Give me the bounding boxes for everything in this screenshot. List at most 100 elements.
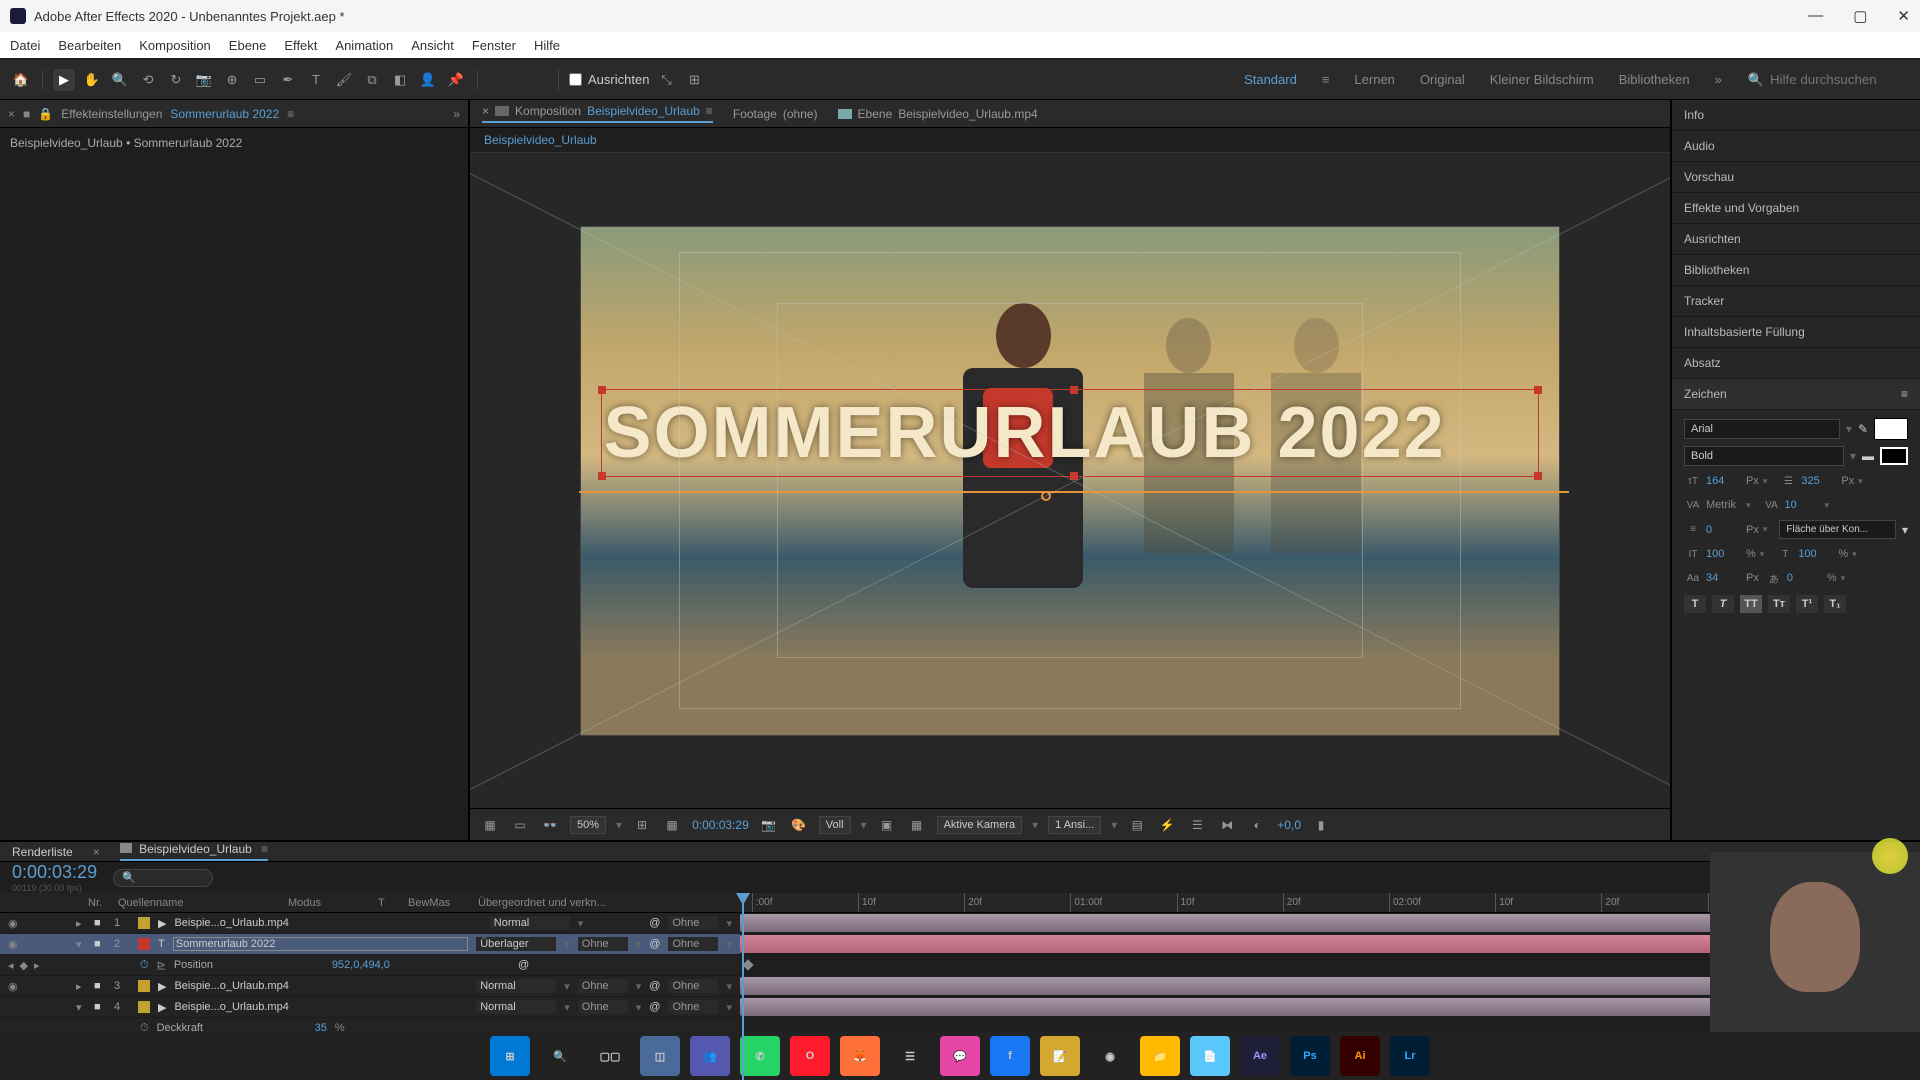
parent-dropdown[interactable]: Ohne (668, 916, 718, 930)
pan-behind-tool[interactable]: ⊕ (221, 69, 243, 91)
tab-komposition[interactable]: × Komposition Beispielvideo_Urlaub ≡ (482, 104, 713, 123)
snapshot-icon[interactable]: 📷 (759, 816, 779, 834)
workspace-lernen[interactable]: Lernen (1354, 72, 1394, 87)
camera-dropdown[interactable]: Aktive Kamera (937, 816, 1023, 834)
allcaps-button[interactable]: TT (1740, 595, 1762, 613)
taskbar-widgets[interactable]: ◫ (640, 1036, 680, 1076)
taskbar-illustrator[interactable]: Ai (1340, 1036, 1380, 1076)
tab-ebene[interactable]: Ebene Beispielvideo_Urlaub.mp4 (838, 107, 1038, 121)
workspace-bibliotheken[interactable]: Bibliotheken (1619, 72, 1690, 87)
italic-button[interactable]: T (1712, 595, 1734, 613)
menu-hilfe[interactable]: Hilfe (534, 38, 560, 53)
exposure-reset-icon[interactable]: ◐ (1247, 816, 1267, 834)
expression-icon[interactable]: ⊵ (157, 959, 166, 972)
taskbar-taskview[interactable]: ▢▢ (590, 1036, 630, 1076)
fill-color-swatch[interactable] (1874, 418, 1908, 440)
brush-tool[interactable]: 🖌 (333, 69, 355, 91)
snap-icon[interactable]: ⤡ (655, 69, 677, 91)
add-keyframe-icon[interactable]: ◆ (20, 959, 28, 972)
taskbar-notepad[interactable]: 📄 (1190, 1036, 1230, 1076)
guide-toggle-icon[interactable]: ▦ (662, 816, 682, 834)
transparency-icon[interactable]: ▦ (907, 816, 927, 834)
views-dropdown[interactable]: 1 Ansi... (1048, 816, 1101, 834)
smallcaps-button[interactable]: Tᴛ (1768, 595, 1790, 613)
pen-tool[interactable]: ✒ (277, 69, 299, 91)
menu-bearbeiten[interactable]: Bearbeiten (58, 38, 121, 53)
taskbar-notes[interactable]: 📝 (1040, 1036, 1080, 1076)
parent-pick-icon[interactable]: @ (649, 917, 660, 929)
taskbar-facebook[interactable]: f (990, 1036, 1030, 1076)
clone-tool[interactable]: ⧉ (361, 69, 383, 91)
comp-breadcrumb[interactable]: Beispielvideo_Urlaub (470, 128, 1670, 153)
tab-timeline-comp[interactable]: Beispielvideo_Urlaub ≡ (120, 842, 268, 861)
tab-renderliste[interactable]: Renderliste (12, 845, 73, 859)
panel-vorschau[interactable]: Vorschau (1672, 162, 1920, 193)
panel-absatz[interactable]: Absatz (1672, 348, 1920, 379)
eyedropper-icon[interactable]: ✎ (1858, 422, 1868, 436)
stroke-type-dropdown[interactable]: Fläche über Kon... (1779, 520, 1896, 539)
blend-mode-dropdown[interactable]: Normal (490, 916, 570, 930)
lock-icon[interactable]: ■ (23, 107, 30, 121)
panel-effekte[interactable]: Effekte und Vorgaben (1672, 193, 1920, 224)
bold-button[interactable]: T (1684, 595, 1706, 613)
keyframe-icon[interactable] (742, 959, 753, 970)
menu-ansicht[interactable]: Ansicht (411, 38, 454, 53)
stroke-color-swatch[interactable] (1880, 447, 1908, 465)
taskbar-firefox[interactable]: 🦊 (840, 1036, 880, 1076)
timeline-timecode[interactable]: 0:00:03:29 (12, 862, 97, 883)
fast-preview-icon[interactable]: ⚡ (1157, 816, 1177, 834)
menu-animation[interactable]: Animation (335, 38, 393, 53)
composition-viewer[interactable]: SOMMERURLAUB 2022 (470, 153, 1670, 808)
timeline-search-input[interactable] (113, 869, 213, 887)
taskbar-whatsapp[interactable]: ✆ (740, 1036, 780, 1076)
baseline-value[interactable]: 34 (1706, 572, 1742, 584)
alpha-icon[interactable]: ▦ (480, 816, 500, 834)
lock-icon-2[interactable]: 🔒 (38, 107, 53, 121)
roto-tool[interactable]: 👤 (417, 69, 439, 91)
selection-tool[interactable]: ▶ (53, 69, 75, 91)
eraser-tool[interactable]: ◧ (389, 69, 411, 91)
panel-info[interactable]: Info (1672, 100, 1920, 131)
vscale-value[interactable]: 100 (1706, 548, 1742, 560)
hand-tool[interactable]: ✋ (81, 69, 103, 91)
exposure-value[interactable]: +0,0 (1277, 818, 1301, 832)
channel-icon[interactable]: ▭ (510, 816, 530, 834)
taskbar-opera[interactable]: O (790, 1036, 830, 1076)
tsume-value[interactable]: 0 (1787, 572, 1823, 584)
taskbar-photoshop[interactable]: Ps (1290, 1036, 1330, 1076)
maximize-button[interactable]: ▢ (1853, 7, 1867, 25)
workspace-kleiner[interactable]: Kleiner Bildschirm (1490, 72, 1594, 87)
taskbar-explorer[interactable]: 📁 (1140, 1036, 1180, 1076)
start-button[interactable]: ⊞ (490, 1036, 530, 1076)
search-input[interactable] (1770, 72, 1910, 87)
layer-row-3[interactable]: ◉ ▸■ 3 ▶ Beispie...o_Urlaub.mp4 Normal▾ … (0, 976, 740, 997)
font-family-dropdown[interactable]: Arial (1684, 419, 1840, 439)
label-color-icon[interactable] (138, 917, 150, 929)
panel-inhaltsbasierte[interactable]: Inhaltsbasierte Füllung (1672, 317, 1920, 348)
menu-datei[interactable]: Datei (10, 38, 40, 53)
menu-effekt[interactable]: Effekt (284, 38, 317, 53)
taskbar-teams[interactable]: 👥 (690, 1036, 730, 1076)
type-tool[interactable]: T (305, 69, 327, 91)
orbit-tool[interactable]: ⟲ (137, 69, 159, 91)
minimize-button[interactable]: — (1808, 7, 1823, 25)
puppet-tool[interactable]: 📌 (445, 69, 467, 91)
taskbar-obs[interactable]: ◉ (1090, 1036, 1130, 1076)
menu-ebene[interactable]: Ebene (229, 38, 267, 53)
rotate-tool[interactable]: ↻ (165, 69, 187, 91)
rectangle-tool[interactable]: ▭ (249, 69, 271, 91)
zoom-dropdown[interactable]: 50% (570, 816, 606, 834)
position-property-row[interactable]: ◂ ◆ ▸ ⏱ ⊵ Position 952,0,494,0 @ (0, 955, 740, 976)
resolution-dropdown[interactable]: Voll (819, 816, 851, 834)
panel-tracker[interactable]: Tracker (1672, 286, 1920, 317)
no-fill-icon[interactable]: ▬ (1862, 449, 1874, 463)
taskbar-aftereffects[interactable]: Ae (1240, 1036, 1280, 1076)
close-button[interactable]: ✕ (1897, 7, 1910, 25)
stroke-width-value[interactable]: 0 (1706, 524, 1742, 536)
workspace-overflow-icon[interactable]: » (1715, 72, 1722, 87)
layer-row-1[interactable]: ◉ ▸■ 1 ▶ Beispie...o_Urlaub.mp4 Normal▾ … (0, 913, 740, 934)
timeline-icon[interactable]: ☰ (1187, 816, 1207, 834)
tab-menu-icon[interactable]: ≡ (287, 107, 294, 121)
panel-bibliotheken[interactable]: Bibliotheken (1672, 255, 1920, 286)
close-tab-icon[interactable]: × (8, 107, 15, 121)
